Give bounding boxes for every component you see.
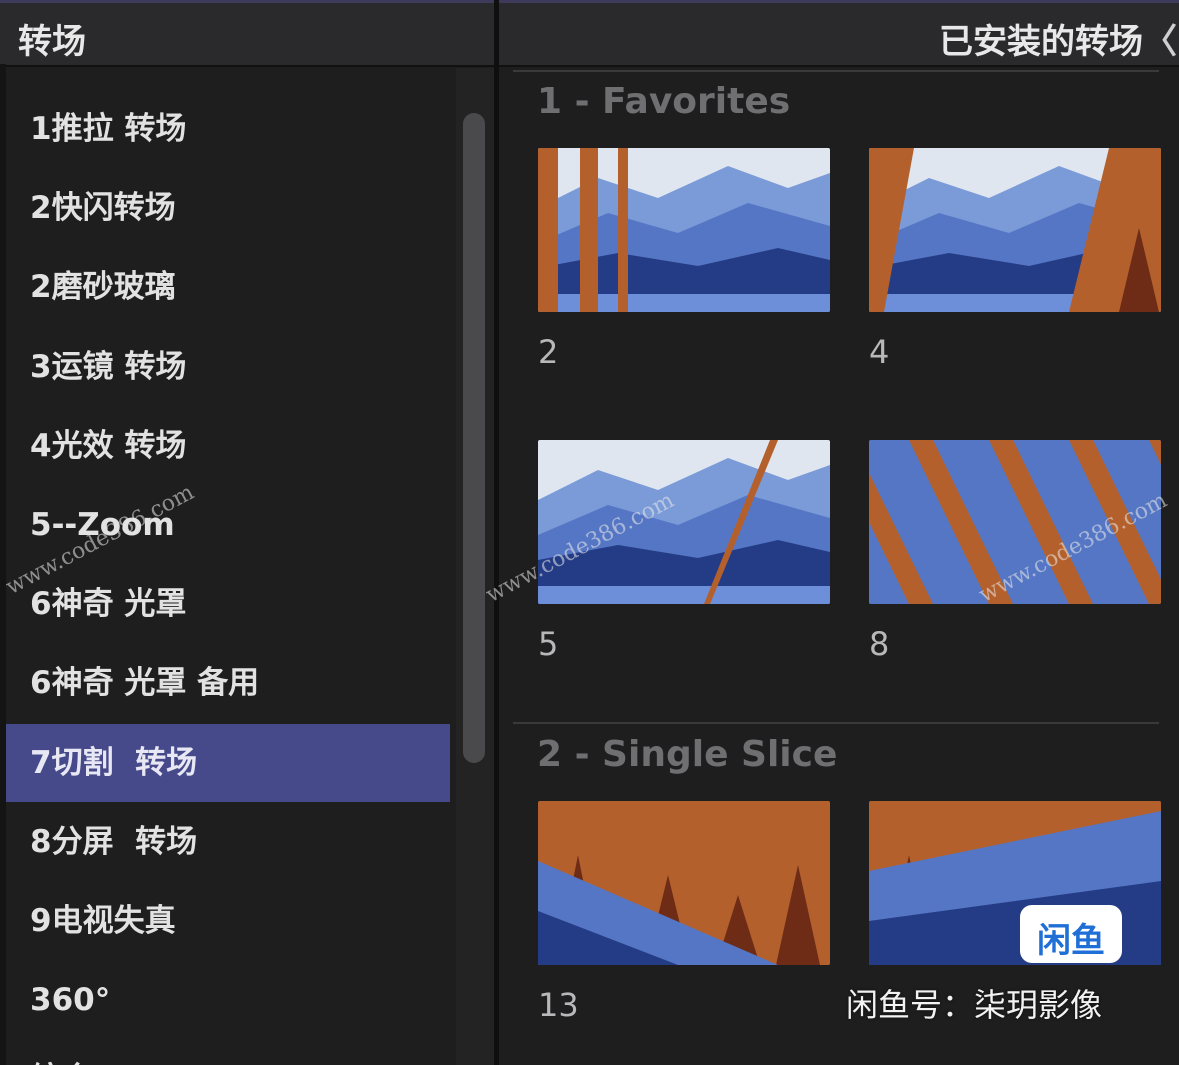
category-item[interactable]: 7切割 转场 [6, 723, 450, 802]
seller-credit: 闲鱼号：柒玥影像 [846, 986, 1103, 1024]
transition-thumbnail-5[interactable] [538, 440, 830, 604]
transition-thumbnail-icon [538, 440, 830, 604]
transition-thumbnail-icon [538, 148, 830, 312]
xianyu-logo: 闲鱼 [1020, 905, 1122, 963]
transition-thumbnail-4[interactable] [869, 148, 1161, 312]
section-divider [513, 70, 1159, 72]
thumbnail-label: 4 [869, 333, 890, 371]
category-item[interactable]: 1推拉 转场 [6, 90, 450, 168]
transition-thumbnail-icon [869, 148, 1161, 312]
section-title-favorites: 1 - Favorites [537, 81, 791, 122]
category-item[interactable]: 6神奇 光罩 [6, 565, 450, 643]
category-item[interactable]: 2磨砂玻璃 [6, 248, 450, 326]
category-item[interactable]: 6神奇 光罩 备用 [6, 644, 450, 722]
category-item[interactable]: 360° [6, 961, 450, 1039]
left-panel-header: 转场 [0, 3, 496, 67]
section-title-single-slice: 2 - Single Slice [537, 734, 838, 775]
transition-thumbnail-icon [538, 801, 830, 965]
category-item[interactable]: 4光效 转场 [6, 407, 450, 485]
right-panel-title: 已安装的转场 [939, 22, 1143, 62]
category-scrollbar-thumb[interactable] [463, 113, 485, 763]
left-panel-title: 转场 [18, 22, 86, 62]
category-item[interactable]: 综合 [6, 1040, 450, 1065]
xianyu-logo-text: 闲鱼 [1037, 921, 1105, 961]
transition-thumbnail-13[interactable] [538, 801, 830, 965]
category-item[interactable]: 9电视失真 [6, 882, 450, 960]
section-divider [513, 722, 1159, 724]
thumbnail-label: 8 [869, 625, 890, 663]
right-panel-header: 已安装的转场 〈 [499, 3, 1179, 67]
thumbnail-label: 13 [538, 986, 579, 1024]
category-item[interactable]: 8分屏 转场 [6, 803, 450, 881]
chevron-left-icon[interactable]: 〈 [1143, 14, 1177, 63]
transition-thumbnail-2[interactable] [538, 148, 830, 312]
category-item[interactable]: 3运镜 转场 [6, 328, 450, 406]
thumbnail-label: 2 [538, 333, 559, 371]
thumbnail-label: 5 [538, 625, 559, 663]
category-item[interactable]: 2快闪转场 [6, 169, 450, 247]
